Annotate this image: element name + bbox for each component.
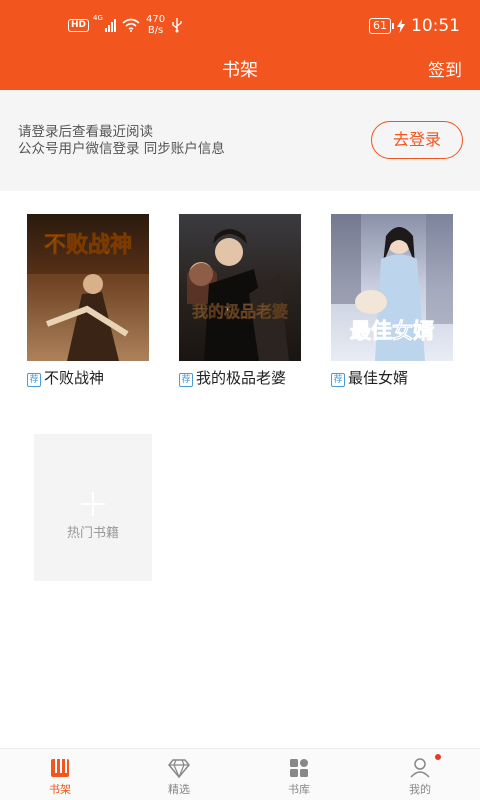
login-banner: 请登录后查看最近阅读 公众号用户微信登录 同步账户信息 去登录 xyxy=(0,90,480,191)
cover-title: 最佳女婿 xyxy=(350,319,434,343)
login-hint-line2: 公众号用户微信登录 同步账户信息 xyxy=(18,141,225,157)
login-hint-line1: 请登录后查看最近阅读 xyxy=(18,124,153,140)
tab-label: 书库 xyxy=(288,783,310,796)
tab-bookshelf[interactable]: 书架 xyxy=(30,757,90,797)
status-right: 61 10:51 xyxy=(369,15,460,37)
usb-icon xyxy=(172,18,182,33)
wifi-icon xyxy=(122,18,140,32)
charging-icon xyxy=(397,19,405,33)
user-icon xyxy=(410,758,430,778)
status-bar: HD 4G 470 B/s 61 10:51 xyxy=(0,0,480,46)
page-title: 书架 xyxy=(222,60,258,81)
plus-icon xyxy=(81,492,105,516)
login-hint: 请登录后查看最近阅读 公众号用户微信登录 同步账户信息 xyxy=(18,124,225,158)
network-speed: 470 B/s xyxy=(146,14,165,36)
book-title[interactable]: 荐最佳女婿 xyxy=(331,369,451,388)
grid-icon xyxy=(290,759,308,777)
bottom-tab-bar: 书架 精选 书库 我的 xyxy=(0,748,480,800)
book-title-text: 我的极品老婆 xyxy=(196,369,287,387)
tab-featured[interactable]: 精选 xyxy=(149,757,209,797)
book-item[interactable]: 不败战神 荐不败战神 xyxy=(27,214,151,388)
cover-title: 我的极品老婆 xyxy=(192,302,288,321)
book-item[interactable]: 最佳女婿 荐最佳女婿 xyxy=(331,214,455,388)
recommend-tag: 荐 xyxy=(27,373,41,387)
tab-label: 书架 xyxy=(49,783,71,796)
battery-indicator: 61 xyxy=(369,18,394,34)
book-title[interactable]: 荐我的极品老婆 xyxy=(179,369,299,388)
recommend-tag: 荐 xyxy=(331,373,345,387)
book-cover[interactable]: 最佳女婿 xyxy=(331,214,453,361)
book-item[interactable]: 我的极品老婆 荐我的极品老婆 xyxy=(179,214,303,388)
tab-mine[interactable]: 我的 xyxy=(390,757,450,797)
book-title-text: 最佳女婿 xyxy=(348,369,409,387)
speed-value: 470 xyxy=(146,14,166,25)
tab-label: 精选 xyxy=(168,783,190,796)
cover-title: 不败战神 xyxy=(44,232,132,258)
title-bar: 书架 签到 xyxy=(0,46,480,90)
hd-badge: HD xyxy=(68,18,90,32)
tab-library[interactable]: 书库 xyxy=(269,757,329,797)
add-books-label: 热门书籍 xyxy=(66,526,119,541)
notification-dot xyxy=(435,754,441,760)
book-cover[interactable]: 不败战神 xyxy=(27,214,149,361)
network-type: 4G xyxy=(93,14,103,22)
recommend-tag: 荐 xyxy=(179,373,193,387)
clock: 10:51 xyxy=(411,16,460,36)
speed-unit: B/s xyxy=(147,25,164,36)
add-books-tile[interactable]: 热门书籍 xyxy=(34,434,152,581)
diamond-icon xyxy=(168,759,190,779)
book-cover[interactable]: 我的极品老婆 xyxy=(179,214,301,361)
app-header: HD 4G 470 B/s 61 10:51 书架 签到 xyxy=(0,0,480,90)
tab-label: 我的 xyxy=(409,783,431,796)
login-button[interactable]: 去登录 xyxy=(371,121,463,159)
book-title[interactable]: 荐不败战神 xyxy=(27,369,147,388)
signal-icon: 4G xyxy=(93,14,117,32)
bookshelf-icon xyxy=(51,759,69,777)
book-title-text: 不败战神 xyxy=(44,369,105,387)
status-left: HD 4G 470 B/s xyxy=(68,12,183,38)
checkin-button[interactable]: 签到 xyxy=(428,56,462,81)
